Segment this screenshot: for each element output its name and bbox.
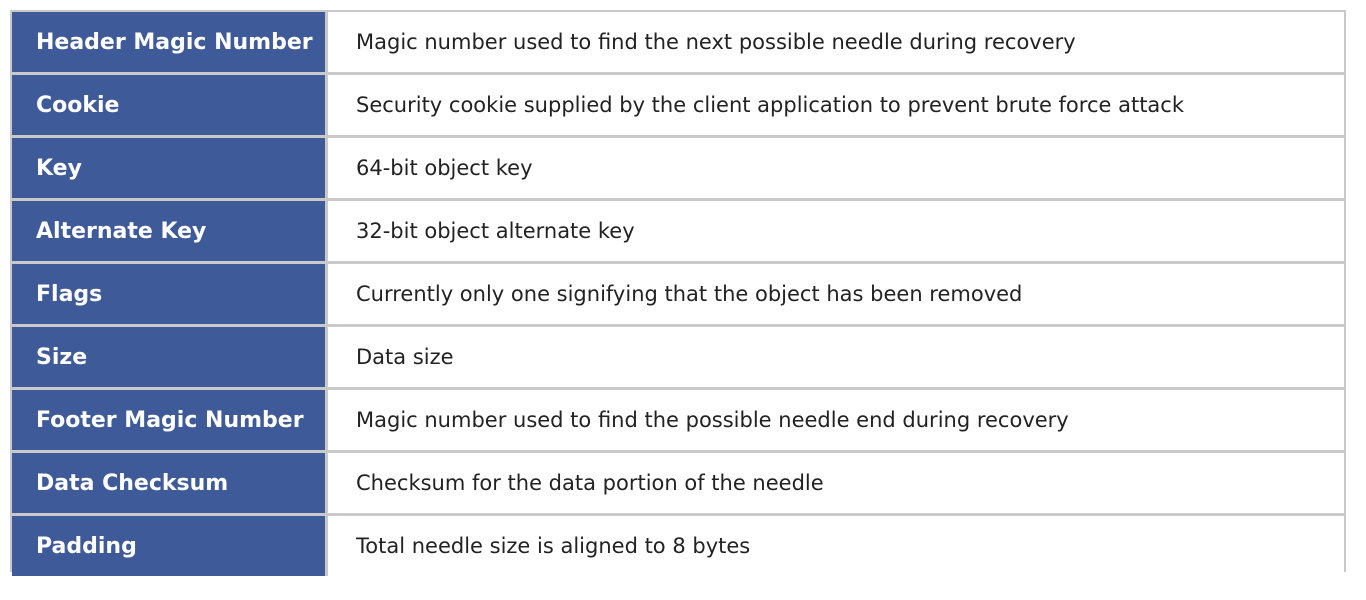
field-name: Key [12,138,328,198]
field-name: Size [12,327,328,387]
field-table-frame: Header Magic Number Magic number used to… [10,10,1346,576]
field-description: Magic number used to find the next possi… [328,12,1344,72]
field-description: Checksum for the data portion of the nee… [328,453,1344,513]
field-description: 32-bit object alternate key [328,201,1344,261]
field-description: Magic number used to find the possible n… [328,390,1344,450]
field-name: Padding [12,516,328,576]
table-row: Alternate Key 32-bit object alternate ke… [12,201,1344,261]
field-name: Data Checksum [12,453,328,513]
field-description: 64-bit object key [328,138,1344,198]
table-row: Cookie Security cookie supplied by the c… [12,75,1344,135]
table-row: Footer Magic Number Magic number used to… [12,390,1344,450]
field-description: Currently only one signifying that the o… [328,264,1344,324]
field-name: Flags [12,264,328,324]
table-row: Flags Currently only one signifying that… [12,264,1344,324]
table-row: Key 64-bit object key [12,138,1344,198]
field-description: Data size [328,327,1344,387]
field-name: Header Magic Number [12,12,328,72]
field-name: Footer Magic Number [12,390,328,450]
table-row: Size Data size [12,327,1344,387]
table-row: Padding Total needle size is aligned to … [12,516,1344,576]
table-row: Header Magic Number Magic number used to… [12,12,1344,72]
field-description: Total needle size is aligned to 8 bytes [328,516,1344,576]
field-name: Cookie [12,75,328,135]
field-name: Alternate Key [12,201,328,261]
field-description: Security cookie supplied by the client a… [328,75,1344,135]
needle-fields-table: Header Magic Number Magic number used to… [12,9,1344,579]
table-row: Data Checksum Checksum for the data port… [12,453,1344,513]
